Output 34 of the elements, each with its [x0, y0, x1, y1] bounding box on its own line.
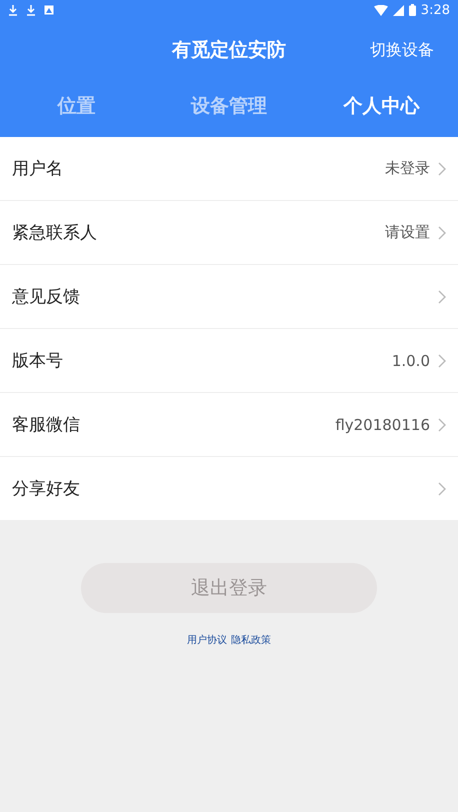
- menu-row[interactable]: 紧急联系人 请设置: [0, 201, 458, 265]
- status-time: 3:28: [420, 2, 450, 18]
- policy-link[interactable]: 用户协议: [187, 633, 227, 647]
- chevron-icon: [438, 354, 446, 368]
- image-icon: [44, 5, 54, 15]
- row-value: fly20180116: [335, 416, 430, 434]
- chevron-icon: [438, 290, 446, 304]
- menu-row[interactable]: 客服微信 fly20180116: [0, 393, 458, 457]
- policy-link[interactable]: 隐私政策: [231, 633, 271, 647]
- menu-row[interactable]: 意见反馈: [0, 265, 458, 329]
- battery-icon: [408, 4, 416, 16]
- row-label: 版本号: [12, 350, 64, 372]
- chevron-icon: [438, 162, 446, 176]
- menu-row[interactable]: 用户名 未登录: [0, 137, 458, 201]
- download-icon: [26, 4, 36, 16]
- chevron-icon: [438, 482, 446, 496]
- switch-device-button[interactable]: 切换设备: [370, 36, 434, 64]
- row-value: 1.0.0: [392, 352, 430, 370]
- row-label: 客服微信: [12, 414, 81, 436]
- chevron-icon: [438, 418, 446, 432]
- tab[interactable]: 个人中心: [305, 80, 458, 137]
- row-value: 请设置: [385, 223, 430, 242]
- row-label: 用户名: [12, 158, 64, 180]
- menu-row[interactable]: 版本号 1.0.0: [0, 329, 458, 393]
- chevron-icon: [438, 226, 446, 240]
- app-title: 有觅定位安防: [172, 38, 286, 63]
- signal-icon: [392, 4, 404, 16]
- download-icon: [8, 4, 18, 16]
- row-value: 未登录: [385, 159, 430, 178]
- wifi-icon: [374, 4, 388, 16]
- menu-row[interactable]: 分享好友: [0, 457, 458, 520]
- row-label: 意见反馈: [12, 286, 81, 308]
- row-label: 分享好友: [12, 478, 81, 500]
- row-label: 紧急联系人: [12, 222, 98, 244]
